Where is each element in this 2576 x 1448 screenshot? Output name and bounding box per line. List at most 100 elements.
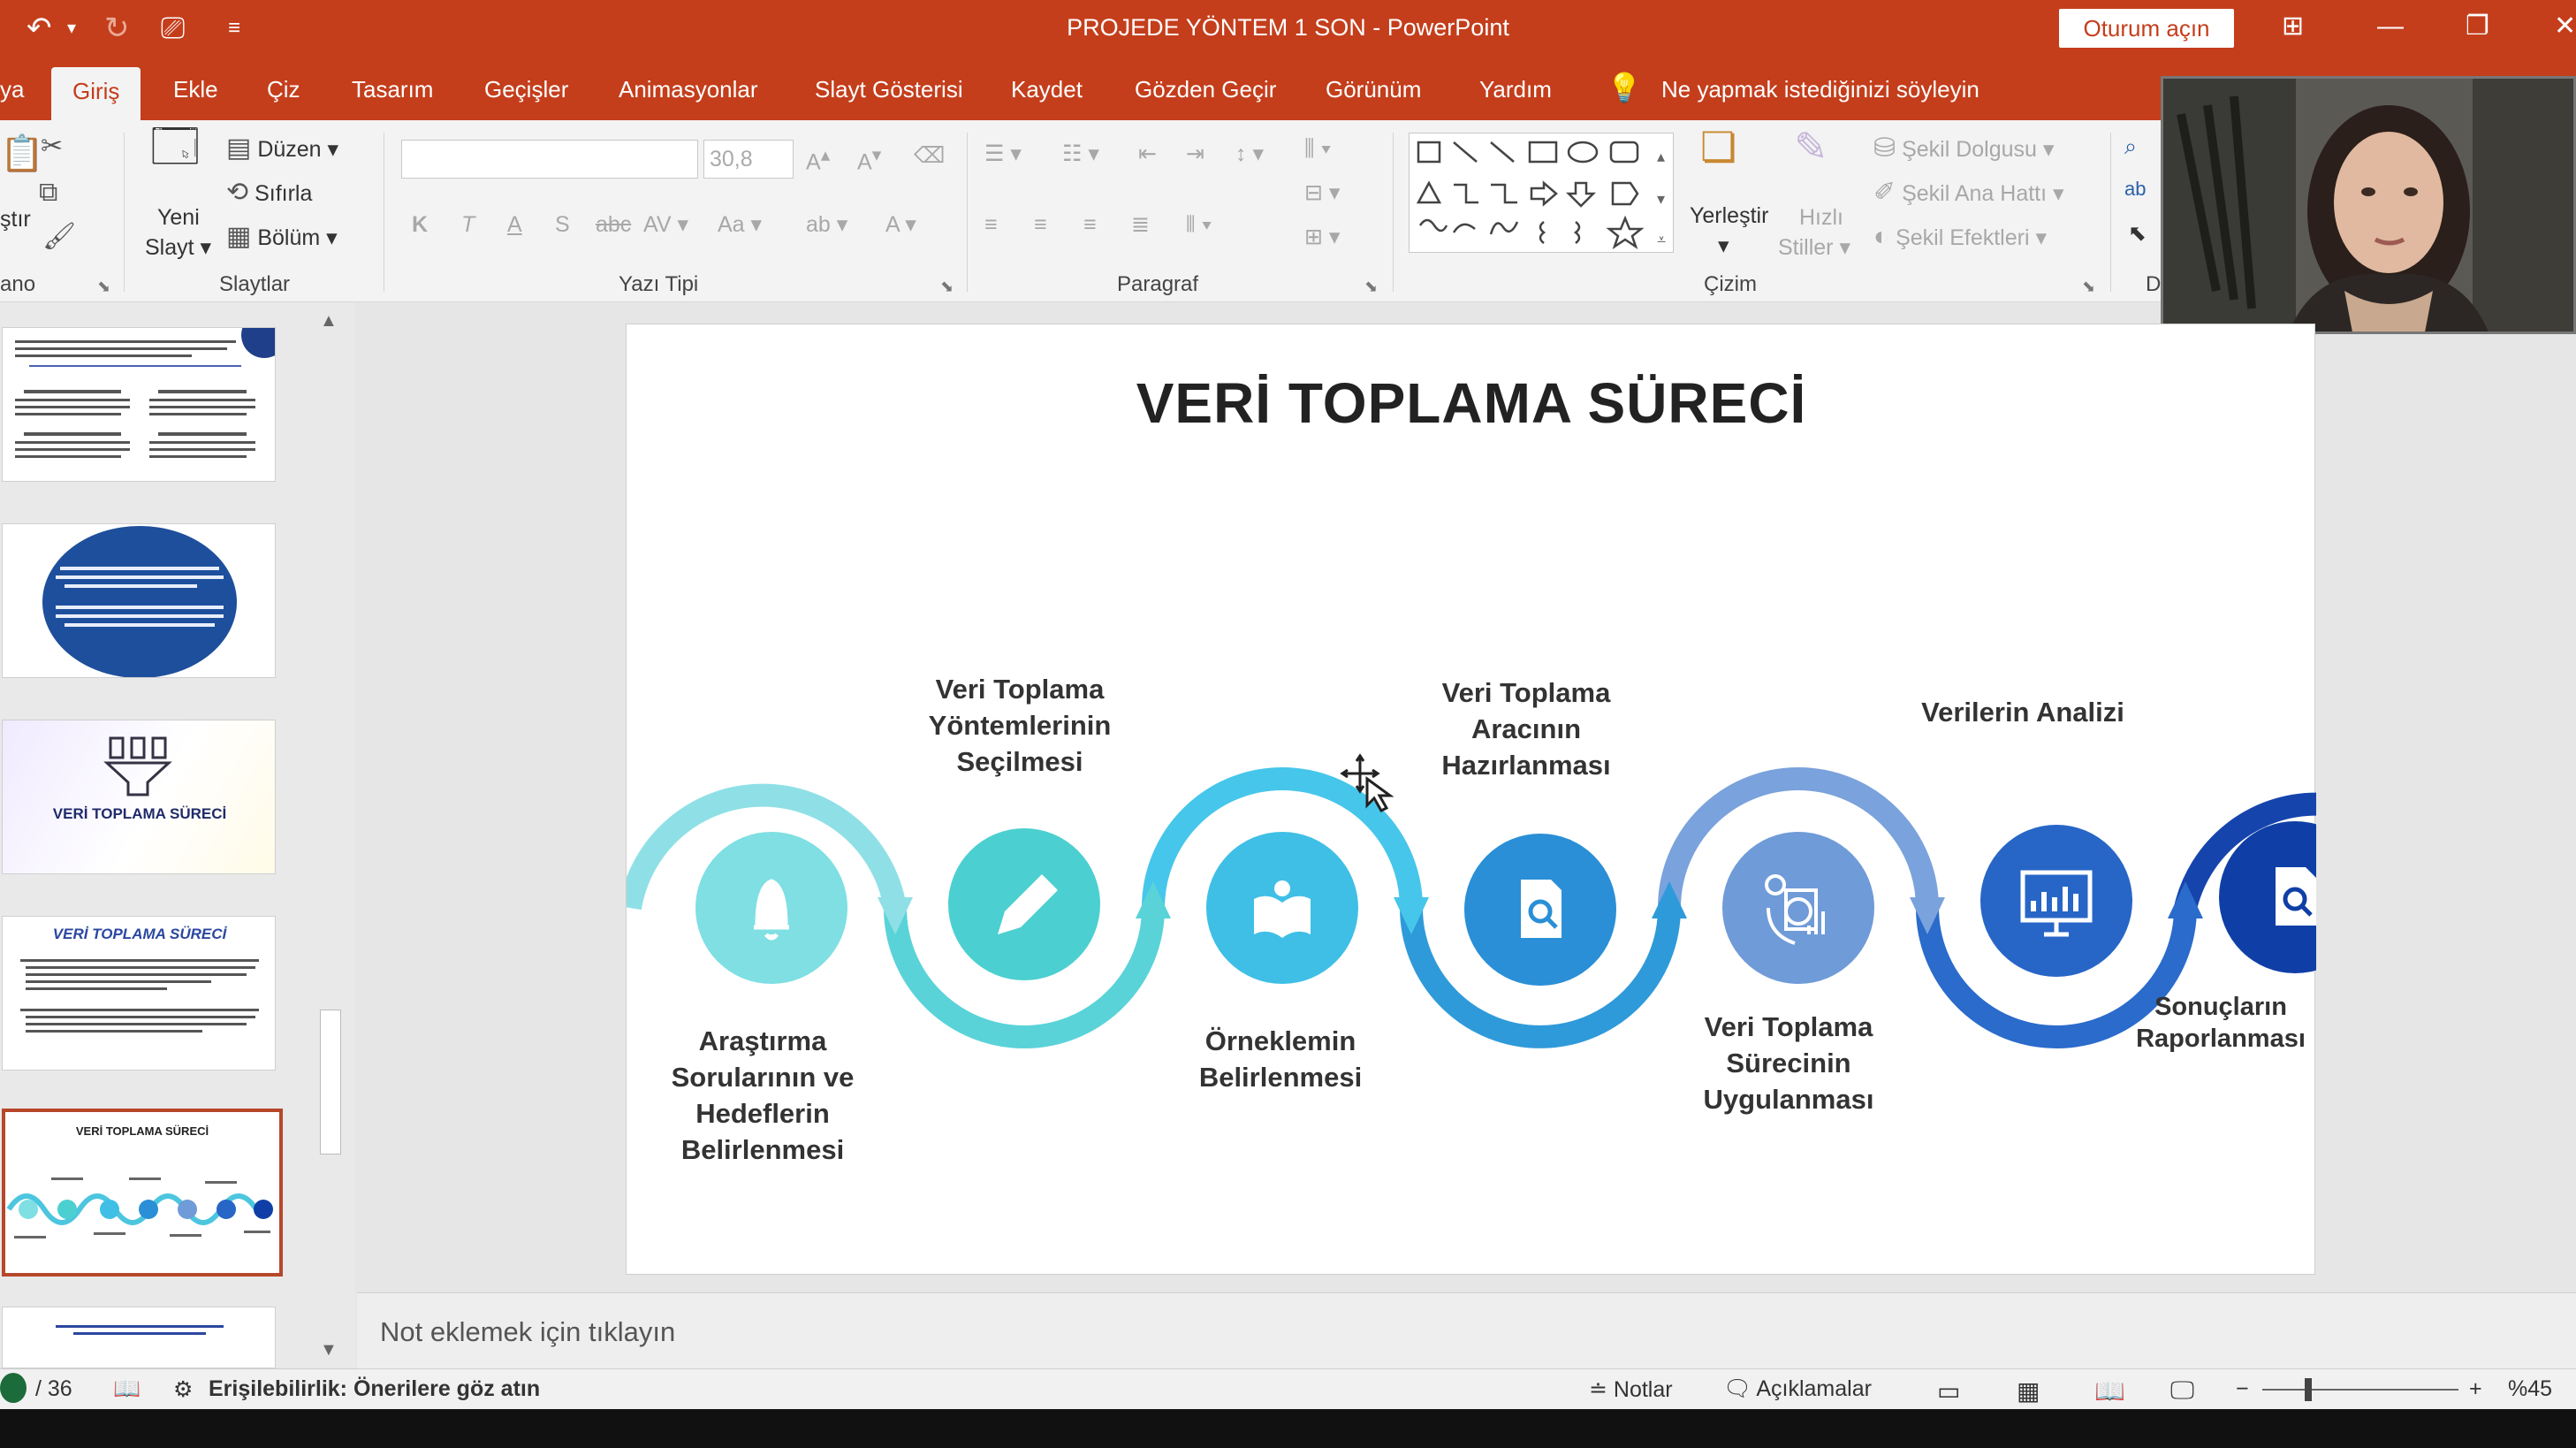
align-center-icon[interactable]: ≡	[1034, 210, 1047, 239]
tab-review[interactable]: Gözden Geçir	[1135, 76, 1276, 103]
italic-button[interactable]: T	[461, 210, 475, 239]
normal-view-icon[interactable]: ▭	[1937, 1376, 1960, 1406]
ribbon-display-icon[interactable]: ⊞	[2282, 7, 2304, 46]
line-spacing-icon[interactable]: ↕ ▾	[1235, 140, 1264, 168]
slide-canvas[interactable]: VERİ TOPLAMA SÜRECİ Araştırma Sorularını…	[626, 324, 2316, 1276]
paragraph-dialog-launcher-icon[interactable]: ⬊	[1364, 272, 1378, 301]
zoom-slider[interactable]	[2262, 1378, 2458, 1401]
scroll-up-icon[interactable]: ▲	[320, 311, 338, 332]
underline-button[interactable]: A	[507, 210, 522, 239]
slide-sorter-icon[interactable]: ▦	[2017, 1376, 2040, 1406]
font-size-input[interactable]: 30,8	[703, 140, 794, 179]
tell-me-search[interactable]: Ne yapmak istediğinizi söyleyin	[1661, 76, 1979, 103]
process-diagram[interactable]	[627, 324, 2316, 1276]
slide-thumbnail[interactable]	[2, 327, 276, 482]
bold-button[interactable]: K	[412, 210, 428, 239]
highlight-icon[interactable]: ab ▾	[806, 210, 847, 239]
numbering-icon[interactable]: ☷ ▾	[1062, 140, 1099, 168]
signin-button[interactable]: Oturum açın	[2059, 9, 2234, 48]
minimize-icon[interactable]: —	[2377, 7, 2404, 46]
font-dialog-launcher-icon[interactable]: ⬊	[940, 272, 954, 301]
char-spacing-icon[interactable]: AV ▾	[643, 210, 688, 239]
shrink-font-icon[interactable]: A▾	[857, 141, 881, 176]
dialog-launcher-icon[interactable]: ⬊	[97, 272, 110, 301]
reset-button[interactable]: ⟲ Sıfırla	[226, 179, 312, 208]
grow-font-icon[interactable]: A▴	[806, 141, 830, 176]
font-color-icon[interactable]: A ▾	[885, 210, 916, 239]
shape-fill-button[interactable]: ⛁ Şekil Dolgusu ▾	[1873, 134, 2054, 164]
reading-view-icon[interactable]: 📖	[2094, 1376, 2125, 1406]
scroll-thumb[interactable]	[320, 1010, 341, 1155]
layout-button[interactable]: ▤ Düzen ▾	[226, 134, 338, 164]
quick-styles-icon[interactable]: ✎	[1794, 126, 1828, 167]
zoom-slider-thumb[interactable]	[2305, 1378, 2312, 1401]
step-gears-chart[interactable]	[1722, 832, 1874, 984]
align-text-icon[interactable]: ⊟ ▾	[1304, 179, 1340, 207]
tab-transitions[interactable]: Geçişler	[484, 76, 568, 103]
quick-styles-label[interactable]: Hızlı	[1799, 203, 1843, 232]
find-icon[interactable]: ⌕	[2124, 133, 2137, 161]
bullets-icon[interactable]: ☰ ▾	[984, 140, 1022, 168]
slideshow-view-icon[interactable]: 🖵	[2170, 1376, 2194, 1406]
tab-help[interactable]: Yardım	[1479, 76, 1552, 103]
cut-icon[interactable]: ✂	[41, 133, 63, 161]
step-book[interactable]	[1206, 832, 1358, 984]
tab-design[interactable]: Tasarım	[352, 76, 433, 103]
paste-icon[interactable]: 📋	[0, 136, 44, 171]
tab-draw[interactable]: Çiz	[267, 76, 300, 103]
restore-icon[interactable]: ❐	[2466, 7, 2489, 46]
drawing-dialog-launcher-icon[interactable]: ⬊	[2082, 272, 2095, 301]
justify-icon[interactable]: ≣	[1131, 210, 1150, 239]
text-direction-icon[interactable]: ⫼ ▾	[1304, 134, 1332, 163]
scroll-down-icon[interactable]: ▼	[320, 1340, 338, 1360]
columns-icon[interactable]: ⫴ ▾	[1186, 210, 1212, 239]
tab-view[interactable]: Görünüm	[1326, 76, 1421, 103]
shapes-gallery[interactable]: ▴ ▾ ⩡	[1409, 133, 1674, 253]
tab-insert[interactable]: Ekle	[173, 76, 218, 103]
tab-slideshow[interactable]: Slayt Gösterisi	[815, 76, 963, 103]
spellcheck-icon[interactable]: 📖	[113, 1376, 141, 1402]
tab-record[interactable]: Kaydet	[1011, 76, 1083, 103]
step-monitor-chart[interactable]	[1980, 825, 2132, 977]
smartart-icon[interactable]: ⊞ ▾	[1304, 223, 1340, 251]
new-slide-label[interactable]: Yeni	[157, 203, 200, 232]
increase-indent-icon[interactable]: ⇥	[1186, 140, 1204, 168]
decrease-indent-icon[interactable]: ⇤	[1138, 140, 1157, 168]
font-name-input[interactable]	[401, 140, 698, 179]
format-painter-icon[interactable]: 🖌	[42, 223, 76, 251]
align-right-icon[interactable]: ≡	[1083, 210, 1097, 239]
slide-thumbnail[interactable]: VERİ TOPLAMA SÜRECİ	[2, 720, 276, 874]
slide-thumbnail[interactable]: VERİ TOPLAMA SÜRECİ	[2, 916, 276, 1071]
step-label-3[interactable]: Örneklemin Belirlenmesi	[1174, 1023, 1387, 1095]
select-icon[interactable]: ⬉	[2128, 219, 2147, 248]
zoom-level[interactable]: %45	[2508, 1376, 2552, 1402]
thumbnails-scrollbar[interactable]: ▲ ▼	[316, 311, 343, 1363]
tab-home[interactable]: Giriş	[51, 67, 141, 120]
comments-button[interactable]: 🗨 Açıklamalar	[1723, 1376, 1872, 1402]
step-pencil[interactable]	[948, 828, 1100, 980]
clear-format-icon[interactable]: ⌫	[914, 141, 945, 170]
quick-styles-dropdown[interactable]: Stiller ▾	[1778, 233, 1850, 262]
slide-thumbnail[interactable]	[2, 523, 276, 678]
close-icon[interactable]: ✕	[2554, 7, 2576, 46]
notes-pane[interactable]: Not eklemek için tıklayın	[357, 1292, 2576, 1370]
replace-icon[interactable]: ab	[2124, 175, 2146, 203]
notes-toggle-button[interactable]: ≐ Notlar	[1589, 1376, 1673, 1403]
step-search-document[interactable]	[1464, 834, 1616, 986]
shape-effects-button[interactable]: ◐ Şekil Efektleri ▾	[1873, 223, 2047, 252]
step-bell[interactable]	[695, 832, 847, 984]
shadow-button[interactable]: S	[555, 210, 570, 239]
zoom-in-icon[interactable]: +	[2469, 1376, 2482, 1402]
accessibility-status[interactable]: Erişilebilirlik: Önerilere göz atın	[209, 1376, 540, 1402]
step-label-5[interactable]: Veri Toplama Sürecinin Uygulanması	[1669, 1009, 1908, 1117]
arrange-dropdown-icon[interactable]: ▾	[1718, 232, 1729, 260]
paste-label[interactable]: ştır	[0, 205, 31, 233]
step-label-1[interactable]: Araştırma Sorularının ve Hedeflerin Beli…	[657, 1023, 869, 1168]
tab-animations[interactable]: Animasyonlar	[619, 76, 758, 103]
align-left-icon[interactable]: ≡	[984, 210, 998, 239]
arrange-button[interactable]: Yerleştir	[1690, 202, 1768, 230]
slide-thumbnail-selected[interactable]: VERİ TOPLAMA SÜRECİ	[2, 1109, 283, 1277]
copy-icon[interactable]: ⧉	[39, 179, 57, 207]
zoom-out-icon[interactable]: −	[2236, 1376, 2249, 1402]
new-slide-icon[interactable]: 🗔	[150, 124, 200, 170]
